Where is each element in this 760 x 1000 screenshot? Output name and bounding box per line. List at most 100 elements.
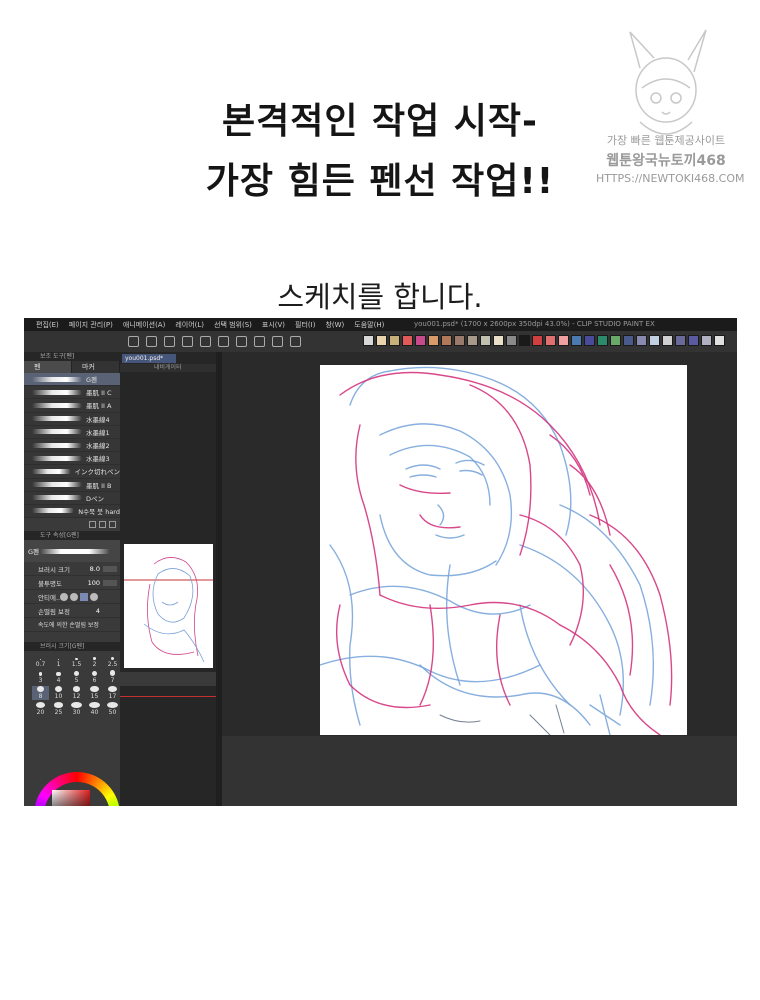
brush-size-option[interactable]: 2 xyxy=(86,654,103,668)
brush-size-option[interactable]: 20 xyxy=(32,702,49,716)
menu-item-7[interactable]: 창(W) xyxy=(325,320,344,330)
tab-pen[interactable]: 펜 xyxy=(24,361,72,373)
color-swatch-6[interactable] xyxy=(441,335,452,346)
brush-item[interactable]: 水墨線1 xyxy=(24,425,120,439)
brush-item[interactable]: Dペン xyxy=(24,491,120,505)
menu-item-2[interactable]: 애니메이션(A) xyxy=(123,320,165,330)
color-swatch-17[interactable] xyxy=(584,335,595,346)
fill-icon[interactable] xyxy=(254,336,265,347)
speed-stabilization-row[interactable]: 속도에 의한 손떨림 보정 xyxy=(24,618,120,633)
brush-item[interactable]: 墨肌 II B xyxy=(24,478,120,492)
brush-item[interactable]: G펜 xyxy=(24,373,120,387)
brush-item[interactable]: 水墨線3 xyxy=(24,452,120,466)
color-swatch-10[interactable] xyxy=(493,335,504,346)
add-icon[interactable] xyxy=(89,521,96,529)
brush-size-option[interactable]: 0.7 xyxy=(32,654,49,668)
menu-item-0[interactable]: 편집(E) xyxy=(36,320,59,330)
color-swatch-9[interactable] xyxy=(480,335,491,346)
save-icon[interactable] xyxy=(164,336,175,347)
menu-item-4[interactable]: 선택 범위(S) xyxy=(214,320,252,330)
color-swatch-22[interactable] xyxy=(649,335,660,346)
color-wheel[interactable] xyxy=(34,772,120,806)
open-file-icon[interactable] xyxy=(146,336,157,347)
brush-size-value: 2.5 xyxy=(107,661,118,669)
color-swatch-19[interactable] xyxy=(610,335,621,346)
color-swatch-5[interactable] xyxy=(428,335,439,346)
trash-icon[interactable] xyxy=(109,521,116,529)
color-swatch-25[interactable] xyxy=(688,335,699,346)
opacity-slider[interactable] xyxy=(103,579,117,586)
brush-size-option[interactable]: 12 xyxy=(68,686,85,700)
brush-item[interactable]: インク切れペン xyxy=(24,465,120,479)
brush-size-row[interactable]: 브러시 크기 8.0 xyxy=(24,562,120,577)
brush-item[interactable]: 墨肌 II A xyxy=(24,399,120,413)
antialias-options[interactable] xyxy=(60,592,98,601)
brush-item[interactable]: 墨肌 II C xyxy=(24,386,120,400)
snap-icon[interactable] xyxy=(290,336,301,347)
navigator-controls[interactable] xyxy=(120,672,216,686)
brush-item[interactable]: N수묵 붓 hard xyxy=(24,504,120,519)
transform-icon[interactable] xyxy=(272,336,283,347)
brush-size-option[interactable]: 2.5 xyxy=(104,654,121,668)
menu-item-1[interactable]: 페이지 관리(P) xyxy=(69,320,113,330)
brush-size-option[interactable]: 6 xyxy=(86,670,103,684)
color-swatch-3[interactable] xyxy=(402,335,413,346)
brush-item[interactable]: 水墨線2 xyxy=(24,438,120,453)
brush-size-option[interactable]: 40 xyxy=(86,702,103,716)
brush-size-option[interactable]: 3 xyxy=(32,670,49,684)
sketch-canvas[interactable] xyxy=(320,365,687,735)
color-swatch-20[interactable] xyxy=(623,335,634,346)
brush-size-option[interactable]: 30 xyxy=(68,702,85,716)
canvas-area[interactable] xyxy=(222,352,737,806)
new-file-icon[interactable] xyxy=(128,336,139,347)
brush-size-option[interactable]: 17 xyxy=(104,686,121,700)
color-swatch-23[interactable] xyxy=(662,335,673,346)
antialias-row[interactable]: 안티에... xyxy=(24,590,120,605)
brush-size-option[interactable]: 1 xyxy=(50,654,67,668)
brush-size-slider[interactable] xyxy=(103,565,117,572)
menu-item-6[interactable]: 필터(I) xyxy=(295,320,315,330)
color-swatch-21[interactable] xyxy=(636,335,647,346)
color-swatch-13[interactable] xyxy=(532,335,543,346)
opacity-row[interactable]: 불투명도 100 xyxy=(24,576,120,591)
color-swatch-12[interactable] xyxy=(519,335,530,346)
color-swatch-26[interactable] xyxy=(701,335,712,346)
brush-size-option[interactable]: 4 xyxy=(50,670,67,684)
menu-item-3[interactable]: 레이어(L) xyxy=(175,320,204,330)
color-swatch-15[interactable] xyxy=(558,335,569,346)
color-swatch-16[interactable] xyxy=(571,335,582,346)
brush-size-option[interactable]: 25 xyxy=(50,702,67,716)
brush-size-option[interactable]: 1.5 xyxy=(68,654,85,668)
color-swatch-11[interactable] xyxy=(506,335,517,346)
brush-size-option[interactable]: 5 xyxy=(68,670,85,684)
tab-marker[interactable]: 마커 xyxy=(72,361,120,373)
color-swatch-1[interactable] xyxy=(376,335,387,346)
clear-icon[interactable] xyxy=(236,336,247,347)
brush-item[interactable]: 水墨線4 xyxy=(24,412,120,426)
color-swatch-8[interactable] xyxy=(467,335,478,346)
color-swatch-14[interactable] xyxy=(545,335,556,346)
brush-size-option[interactable]: 15 xyxy=(86,686,103,700)
color-swatch-0[interactable] xyxy=(363,335,374,346)
document-tab[interactable]: you001.psd* xyxy=(122,354,176,363)
color-swatch-18[interactable] xyxy=(597,335,608,346)
menu-item-8[interactable]: 도움말(H) xyxy=(354,320,384,330)
brush-stroke-preview xyxy=(32,455,82,461)
redo-icon[interactable] xyxy=(200,336,211,347)
brush-size-option[interactable]: 7 xyxy=(104,670,121,684)
stabilization-row[interactable]: 손떨림 보정 4 xyxy=(24,604,120,619)
copy-icon[interactable] xyxy=(99,521,106,529)
brush-size-option[interactable]: 50 xyxy=(104,702,121,716)
brush-size-option[interactable]: 10 xyxy=(50,686,67,700)
navigator-thumbnail[interactable] xyxy=(124,544,213,668)
color-swatch-4[interactable] xyxy=(415,335,426,346)
color-square[interactable] xyxy=(52,790,90,806)
color-swatch-2[interactable] xyxy=(389,335,400,346)
color-swatch-27[interactable] xyxy=(714,335,725,346)
color-swatch-7[interactable] xyxy=(454,335,465,346)
loading-icon[interactable] xyxy=(218,336,229,347)
menu-item-5[interactable]: 표시(V) xyxy=(262,320,285,330)
brush-size-option[interactable]: 8 xyxy=(32,686,49,701)
undo-icon[interactable] xyxy=(182,336,193,347)
color-swatch-24[interactable] xyxy=(675,335,686,346)
